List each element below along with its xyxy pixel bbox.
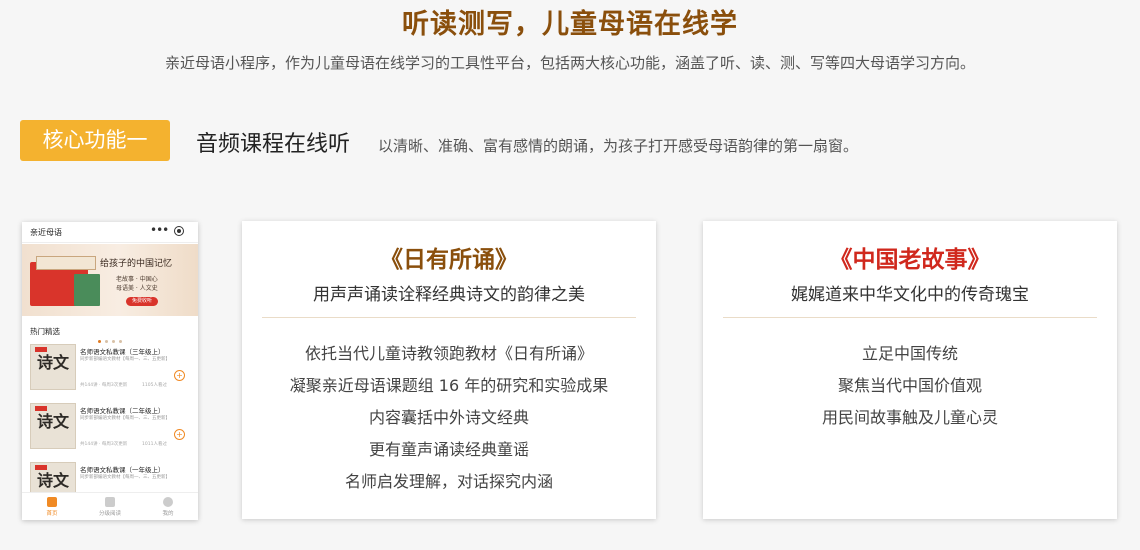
course-thumbnail: 诗文 — [30, 403, 76, 449]
phone-banner[interactable]: 给孩子的中国记忆 老故事 · 中国心 母语美 · 人文史 免费收听 — [22, 244, 198, 343]
card-divider — [262, 317, 636, 318]
add-icon[interactable]: + — [174, 370, 185, 381]
course-count: 1105人看过 — [142, 383, 167, 388]
course-title: 名师语文私教课（三年级上） — [80, 348, 165, 356]
card-feature-list: 立足中国传统 聚焦当代中国价值观 用民间故事触及儿童心灵 — [703, 342, 1117, 438]
list-item[interactable]: 诗文 名师语文私教课（二年级上） 同步新部编语文教材【每周一、三、五更新】 共1… — [30, 403, 192, 455]
card-title: 《日有所诵》 — [380, 247, 518, 273]
course-meta: 共144讲 · 每周3次更新 — [80, 383, 128, 388]
list-item: 更有童声诵读经典童谣 — [368, 440, 529, 459]
page-title: 听读测写，儿童母语在线学 — [402, 9, 738, 40]
list-item: 聚焦当代中国价值观 — [837, 376, 982, 395]
course-desc: 同步新部编语文教材【每周一、三、五更新】 — [80, 416, 170, 421]
home-icon — [47, 497, 57, 507]
course-meta: 共144讲 · 每周3次更新 — [80, 442, 128, 447]
card-feature-list: 依托当代儿童诗教领跑教材《日有所诵》 凝聚亲近母语课题组 16 年的研究和实验成… — [242, 342, 656, 502]
course-count: 1011人看过 — [142, 442, 167, 447]
banner-listen-button[interactable]: 免费收听 — [126, 297, 158, 306]
list-item: 依托当代儿童诗教领跑教材《日有所诵》 — [304, 344, 593, 363]
list-item[interactable]: 诗文 名师语文私教课（三年级上） 同步新部编语文教材【每周一、三、五更新】 共1… — [30, 344, 192, 396]
course-thumbnail: 诗文 — [30, 344, 76, 390]
banner-slogan: 给孩子的中国记忆 — [100, 259, 173, 269]
phone-app-title: 亲近母语 — [30, 228, 62, 237]
card-subtitle: 娓娓道来中华文化中的传奇瑰宝 — [791, 285, 1029, 305]
feature-title: 音频课程在线听 — [196, 132, 351, 157]
course-title: 名师语文私教课（一年级上） — [80, 466, 165, 474]
list-item: 立足中国传统 — [861, 344, 958, 363]
list-item: 凝聚亲近母语课题组 16 年的研究和实验成果 — [289, 376, 609, 395]
course-title: 名师语文私教课（二年级上） — [80, 407, 165, 415]
card-divider — [723, 317, 1097, 318]
feature-badge: 核心功能一 — [20, 120, 170, 161]
course-desc: 同步新部编语文教材【每周一、三、五更新】 — [80, 475, 170, 480]
add-icon[interactable]: + — [174, 429, 185, 440]
phone-section-title: 热门精选 — [30, 327, 60, 336]
list-item: 用民间故事触及儿童心灵 — [821, 408, 998, 427]
course-desc: 同步新部编语文教材【每周一、三、五更新】 — [80, 357, 170, 362]
banner-slogan-sub: 老故事 · 中国心 母语美 · 人文史 — [116, 276, 158, 292]
phone-tabbar: 首页 分级阅读 我的 — [22, 492, 198, 520]
tab-home[interactable]: 首页 — [32, 497, 72, 517]
phone-header: 亲近母语 ••• — [22, 222, 198, 243]
more-dots-icon[interactable]: ••• — [150, 223, 169, 237]
card-title: 《中国老故事》 — [829, 247, 991, 273]
list-item: 内容囊括中外诗文经典 — [368, 408, 529, 427]
card-riyousuosong: 《日有所诵》 用声声诵读诠释经典诗文的韵律之美 依托当代儿童诗教领跑教材《日有所… — [242, 221, 656, 519]
page-subtitle: 亲近母语小程序，作为儿童母语在线学习的工具性平台，包括两大核心功能，涵盖了听、读… — [164, 54, 975, 72]
card-subtitle: 用声声诵读诠释经典诗文的韵律之美 — [313, 285, 585, 305]
list-item: 名师启发理解，对话探究内涵 — [344, 472, 553, 491]
banner-box-lid — [36, 256, 96, 270]
tab-graded-reading[interactable]: 分级阅读 — [90, 497, 130, 517]
book-icon — [105, 497, 115, 507]
card-zhongguolaogushi: 《中国老故事》 娓娓道来中华文化中的传奇瑰宝 立足中国传统 聚焦当代中国价值观 … — [703, 221, 1117, 519]
user-icon — [163, 497, 173, 507]
tab-mine[interactable]: 我的 — [148, 497, 188, 517]
feature-description: 以清晰、准确、富有感情的朗诵，为孩子打开感受母语韵律的第一扇窗。 — [378, 137, 859, 155]
target-icon[interactable] — [174, 226, 184, 236]
banner-book-illustration — [74, 274, 100, 306]
phone-mockup: 亲近母语 ••• 给孩子的中国记忆 老故事 · 中国心 母语美 · 人文史 免费收… — [22, 222, 198, 520]
